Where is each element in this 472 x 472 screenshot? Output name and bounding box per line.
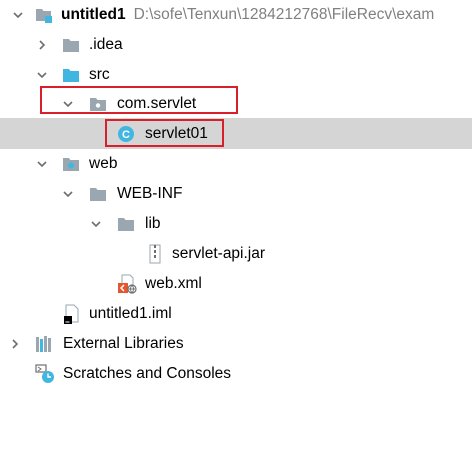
tree-label-web-xml: web.xml: [145, 275, 202, 292]
tree-label-external-libraries: External Libraries: [63, 335, 184, 352]
tree-row-external-libraries[interactable]: External Libraries: [0, 329, 472, 359]
tree-label-servlet-class: servlet01: [145, 125, 208, 142]
xml-file-icon: [117, 274, 137, 294]
chevron-right-icon[interactable]: [10, 339, 20, 349]
folder-icon: [117, 215, 135, 233]
jar-file-icon: [146, 244, 164, 264]
project-name: untitled1: [61, 6, 126, 23]
tree-label-web: web: [89, 155, 118, 172]
folder-icon: [89, 185, 107, 203]
tree-row-web-inf[interactable]: WEB-INF: [0, 179, 472, 209]
tree-label-scratches: Scratches and Consoles: [63, 365, 232, 382]
tree-row-web-xml[interactable]: web.xml: [0, 269, 472, 299]
tree-row-iml[interactable]: untitled1.iml: [0, 299, 472, 329]
tree-label-iml: untitled1.iml: [89, 305, 172, 322]
scratches-icon: [35, 363, 54, 383]
chevron-down-icon[interactable]: [13, 10, 23, 20]
svg-text:C: C: [122, 129, 130, 141]
tree-row-servlet-class[interactable]: C servlet01: [0, 118, 472, 149]
tree-row-package[interactable]: com.servlet: [0, 89, 472, 119]
tree-label-package: com.servlet: [117, 95, 197, 112]
iml-file-icon: [63, 304, 81, 324]
tree-row-jar[interactable]: servlet-api.jar: [0, 239, 472, 269]
library-icon: [35, 334, 53, 352]
chevron-down-icon[interactable]: [63, 189, 73, 199]
folder-icon: [62, 36, 80, 54]
tree-label-jar: servlet-api.jar: [172, 245, 266, 262]
tree-row-project[interactable]: untitled1 D:\sofe\Tenxun\1284212768\FileR…: [0, 0, 472, 30]
tree-label-lib: lib: [145, 215, 161, 232]
project-module-icon: [35, 6, 53, 24]
tree-row-src[interactable]: src: [0, 60, 472, 90]
tree-label-web-inf: WEB-INF: [117, 185, 183, 202]
web-folder-icon: [62, 155, 80, 173]
tree-label-src: src: [89, 66, 110, 83]
chevron-down-icon[interactable]: [37, 159, 47, 169]
chevron-down-icon[interactable]: [63, 99, 73, 109]
tree-row-web[interactable]: web: [0, 149, 472, 179]
tree-row-scratches[interactable]: Scratches and Consoles: [0, 359, 472, 389]
tree-row-lib[interactable]: lib: [0, 209, 472, 239]
source-folder-icon: [62, 66, 80, 84]
package-icon: [89, 95, 107, 113]
tree-label-idea: .idea: [89, 36, 123, 53]
chevron-right-icon[interactable]: [37, 40, 47, 50]
java-class-icon: C: [117, 125, 135, 143]
chevron-down-icon[interactable]: [37, 70, 47, 80]
project-path: D:\sofe\Tenxun\1284212768\FileRecv\exam: [133, 6, 435, 23]
chevron-down-icon[interactable]: [91, 219, 101, 229]
tree-row-idea[interactable]: .idea: [0, 30, 472, 60]
